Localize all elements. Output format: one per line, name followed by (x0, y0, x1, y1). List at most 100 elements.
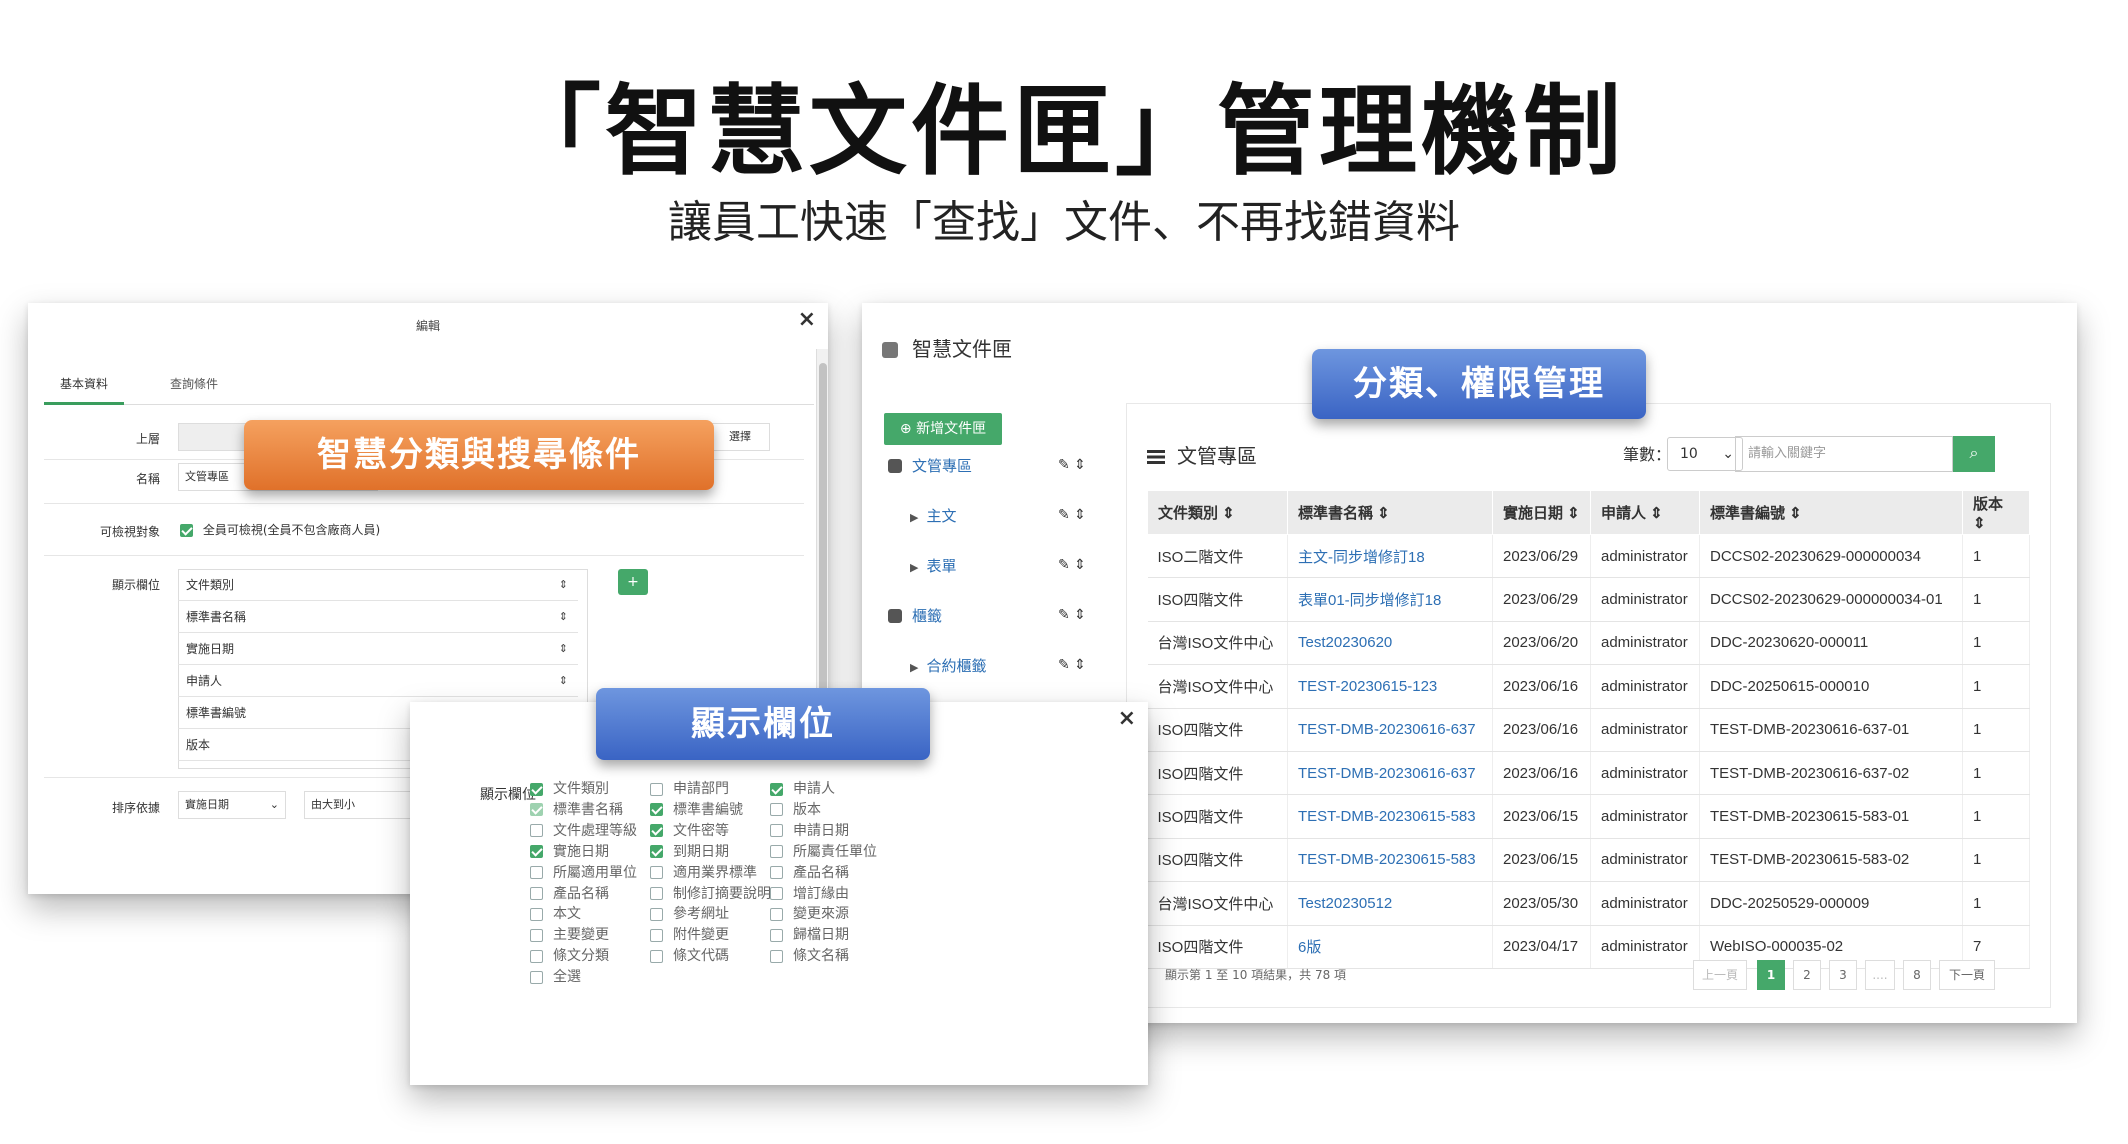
column-option[interactable]: 本文 (530, 903, 581, 923)
page-size-select[interactable]: 10 ⌄ (1667, 437, 1743, 471)
column-option[interactable]: 增訂緣由 (770, 883, 849, 903)
edit-move-icons[interactable]: ✎ ⇕ (1058, 557, 1086, 573)
column-checkbox[interactable] (530, 907, 543, 921)
column-checkbox[interactable] (650, 949, 663, 963)
new-folder-button[interactable]: ⊕ 新增文件匣 (884, 413, 1002, 445)
column-checkbox[interactable] (770, 803, 783, 817)
column-option[interactable]: 變更來源 (770, 903, 849, 923)
column-header[interactable]: 實施日期 ⇕ (1492, 490, 1591, 535)
column-checkbox[interactable] (650, 782, 663, 796)
column-option[interactable]: 申請部門 (650, 778, 729, 798)
column-option[interactable]: 適用業界標準 (650, 862, 757, 882)
page-button[interactable]: 3 (1829, 960, 1857, 990)
column-option[interactable]: 附件變更 (650, 924, 729, 944)
table-cell[interactable]: 6版 (1287, 925, 1493, 969)
column-option[interactable]: 標準書名稱 (530, 799, 623, 819)
column-option[interactable]: 實施日期 (530, 841, 609, 861)
table-row[interactable]: ISO二階文件 主文-同步增修訂18 2023/06/29 administrator… (1147, 534, 2030, 579)
column-checkbox[interactable] (530, 970, 543, 984)
column-option[interactable]: 制修訂摘要說明 (650, 883, 771, 903)
tree-item-child[interactable]: ▶ 主文 (910, 505, 956, 526)
edit-move-icons[interactable]: ✎ ⇕ (1058, 607, 1086, 623)
column-checkbox[interactable] (770, 782, 783, 796)
tab-basic[interactable]: 基本資料 (44, 369, 125, 405)
column-option[interactable]: 主要變更 (530, 924, 609, 944)
column-checkbox[interactable] (530, 866, 543, 880)
column-row[interactable]: 申請人 ⇕ (178, 665, 578, 697)
column-row[interactable]: 標準書名稱 ⇕ (178, 601, 578, 633)
sort-icon[interactable]: ⇕ (559, 633, 568, 665)
table-cell[interactable]: TEST-20230615-123 (1287, 664, 1493, 709)
column-checkbox[interactable] (530, 824, 543, 838)
column-checkbox[interactable] (530, 928, 543, 942)
column-checkbox[interactable] (530, 782, 543, 796)
column-checkbox[interactable] (770, 949, 783, 963)
edit-move-icons[interactable]: ✎ ⇕ (1058, 507, 1086, 523)
add-column-button[interactable]: + (618, 569, 648, 595)
column-checkbox[interactable] (770, 824, 783, 838)
visible-checkbox[interactable] (180, 524, 193, 537)
table-row[interactable]: 台灣ISO文件中心 TEST-20230615-123 2023/06/16 admi… (1147, 664, 2030, 709)
column-option[interactable]: 所屬責任單位 (770, 841, 877, 861)
column-option[interactable]: 版本 (770, 799, 821, 819)
column-option[interactable]: 申請人 (770, 778, 835, 798)
page-button[interactable]: 8 (1903, 960, 1931, 990)
prev-page-button[interactable]: 上一頁 (1693, 960, 1747, 990)
tab-query[interactable]: 查詢條件 (154, 369, 234, 405)
column-option[interactable]: 標準書編號 (650, 799, 743, 819)
table-cell[interactable]: Test20230620 (1287, 621, 1493, 666)
column-checkbox[interactable] (770, 887, 783, 900)
table-cell[interactable]: TEST-DMB-20230615-583 (1287, 794, 1493, 839)
table-row[interactable]: ISO四階文件 6版 2023/04/17 administrator WebISO-0… (1147, 925, 2030, 969)
column-checkbox[interactable] (770, 928, 783, 942)
table-row[interactable]: ISO四階文件 TEST-DMB-20230615-583 2023/06/15 ad… (1147, 794, 2030, 839)
column-row[interactable]: 文件類別 ⇕ (178, 569, 578, 601)
column-header[interactable]: 版本 ⇕ (1962, 490, 2030, 535)
table-row[interactable]: ISO四階文件 表單01-同步增修訂18 2023/06/29 administrat… (1147, 577, 2030, 622)
search-input[interactable]: 請輸入關鍵字 (1735, 436, 1953, 472)
column-option[interactable]: 文件處理等級 (530, 820, 637, 840)
column-option[interactable]: 文件類別 (530, 778, 609, 798)
table-cell[interactable]: TEST-DMB-20230615-583 (1287, 838, 1493, 883)
sort-icon[interactable]: ⇕ (559, 601, 568, 633)
column-option[interactable]: 參考網址 (650, 903, 729, 923)
column-header[interactable]: 標準書編號 ⇕ (1699, 490, 1963, 535)
column-option[interactable]: 條文名稱 (770, 945, 849, 965)
column-checkbox[interactable] (650, 928, 663, 942)
page-button[interactable]: 2 (1793, 960, 1821, 990)
column-checkbox[interactable] (530, 949, 543, 963)
table-row[interactable]: ISO四階文件 TEST-DMB-20230616-637 2023/06/16 ad… (1147, 751, 2030, 796)
column-option[interactable]: 文件密等 (650, 820, 729, 840)
table-row[interactable]: ISO四階文件 TEST-DMB-20230616-637 2023/06/16 ad… (1147, 708, 2030, 752)
tree-item-root[interactable]: 櫃籤 (888, 605, 942, 626)
column-checkbox[interactable] (530, 803, 543, 817)
table-row[interactable]: ISO四階文件 TEST-DMB-20230615-583 2023/06/15 ad… (1147, 838, 2030, 883)
table-row[interactable]: 台灣ISO文件中心 Test20230620 2023/06/20 administr… (1147, 621, 2030, 666)
tree-item-child[interactable]: ▶ 表單 (910, 555, 956, 576)
tree-item-root[interactable]: 文管專區 (888, 455, 972, 476)
next-page-button[interactable]: 下一頁 (1939, 960, 1995, 990)
column-checkbox[interactable] (530, 887, 543, 900)
column-option[interactable]: 全選 (530, 966, 581, 986)
edit-move-icons[interactable]: ✎ ⇕ (1058, 457, 1086, 473)
sort-order-select[interactable]: 由大到小 (304, 791, 412, 819)
column-option[interactable]: 到期日期 (650, 841, 729, 861)
table-cell[interactable]: TEST-DMB-20230616-637 (1287, 708, 1493, 752)
column-option[interactable]: 條文代碼 (650, 945, 729, 965)
column-checkbox[interactable] (650, 824, 663, 838)
column-checkbox[interactable] (650, 845, 663, 859)
visible-option[interactable]: 全員可檢視(全員不包含廠商人員) (180, 521, 380, 538)
column-row[interactable]: 實施日期 ⇕ (178, 633, 578, 665)
table-cell[interactable]: Test20230512 (1287, 881, 1493, 926)
column-checkbox[interactable] (650, 887, 663, 900)
column-checkbox[interactable] (770, 907, 783, 921)
column-checkbox[interactable] (650, 907, 663, 921)
page-button[interactable]: 1 (1757, 960, 1785, 990)
close-icon[interactable]: × (798, 307, 816, 332)
tree-item-child[interactable]: ▶ 合約櫃籤 (910, 655, 986, 676)
edit-move-icons[interactable]: ✎ ⇕ (1058, 657, 1086, 673)
column-checkbox[interactable] (770, 845, 783, 859)
column-checkbox[interactable] (530, 845, 543, 859)
column-option[interactable]: 申請日期 (770, 820, 849, 840)
column-option[interactable]: 歸檔日期 (770, 924, 849, 944)
